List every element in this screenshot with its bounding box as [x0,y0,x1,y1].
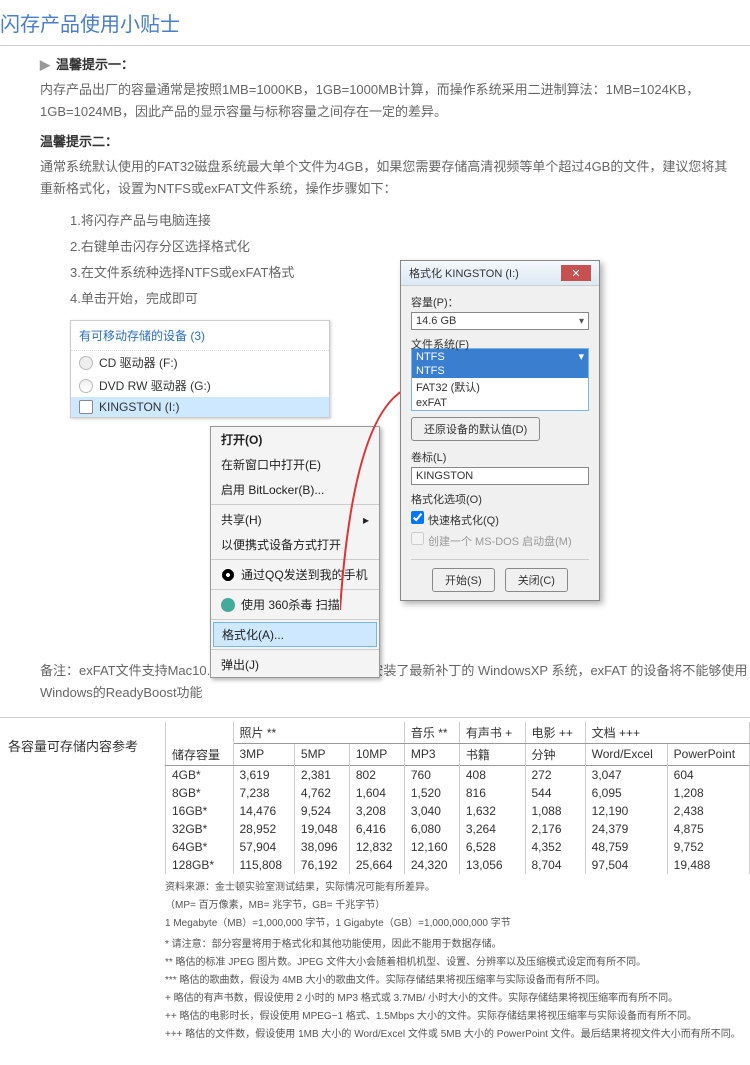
tip1-head: ▶温馨提示一： [40,54,740,73]
explorer-header: 有可移动存储的设备 (3) [71,321,329,351]
fs-option[interactable]: NTFS [412,364,588,378]
menu-new-window[interactable]: 在新窗口中打开(E) [211,452,379,477]
table-caption: 各容量可存储内容参考 [0,722,165,1045]
options-label: 格式化选项(O) [411,491,589,507]
fs-option[interactable]: FAT32 (默认) [412,378,588,396]
capacity-select[interactable]: 14.6 GB▾ [411,312,589,330]
step: 1.将闪存产品与电脑连接 [70,208,740,234]
menu-share[interactable]: 共享(H)▸ [211,507,379,532]
menu-eject[interactable]: 弹出(J) [211,652,379,677]
tip1-body: 内存产品出厂的容量通常是按照1MB=1000KB，1GB=1000MB计算，而操… [40,79,740,123]
menu-format[interactable]: 格式化(A)... [213,622,377,647]
storage-table: 储存容量照片 **音乐 **有声书 +电影 ++文档 +++3MP5MP10MP… [165,722,750,874]
cd-icon [79,356,93,370]
capacity-label: 容量(P)： [411,294,589,310]
menu-portable[interactable]: 以便携式设备方式打开 [211,532,379,557]
format-dialog: 格式化 KINGSTON (I:) ✕ 容量(P)： 14.6 GB▾ 文件系统… [400,260,600,601]
drive-item[interactable]: DVD RW 驱动器 (G:) [71,374,329,397]
filesystem-select[interactable]: NTFS▾ NTFS FAT32 (默认) exFAT [411,348,589,411]
tip2-head: 温馨提示二： [40,131,740,150]
close-icon[interactable]: ✕ [561,265,591,281]
start-button[interactable]: 开始(S) [432,568,495,592]
dvd-icon [79,379,93,393]
step: 2.右键单击闪存分区选择格式化 [70,234,740,260]
shield-icon [221,598,235,612]
drive-item[interactable]: CD 驱动器 (F:) [71,351,329,374]
chevron-down-icon: ▾ [579,316,584,327]
msdos-checkbox [411,532,424,545]
close-button[interactable]: 关闭(C) [505,568,568,592]
menu-360-scan[interactable]: 使用 360杀毒 扫描 [211,592,379,617]
volume-input[interactable]: KINGSTON [411,467,589,485]
context-menu: 打开(O) 在新窗口中打开(E) 启用 BitLocker(B)... 共享(H… [210,426,380,678]
fs-option[interactable]: exFAT [412,396,588,410]
dialog-title: 格式化 KINGSTON (I:) [409,265,561,281]
chevron-down-icon: ▾ [578,350,584,363]
quick-format-checkbox[interactable] [411,511,424,524]
qq-icon [221,568,235,582]
explorer-window: 有可移动存储的设备 (3) CD 驱动器 (F:) DVD RW 驱动器 (G:… [70,320,330,418]
msdos-label: 创建一个 MS-DOS 启动盘(M) [428,536,572,548]
usb-icon [79,400,93,414]
menu-qq-send[interactable]: 通过QQ发送到我的手机 [211,562,379,587]
drive-item-selected[interactable]: KINGSTON (I:) [71,397,329,417]
table-notes: 资料来源：金士顿实验室测试结果，实际情况可能有所差异。（MP= 百万像素，MB=… [165,874,750,1042]
menu-open[interactable]: 打开(O) [211,427,379,452]
tip2-body: 通常系统默认使用的FAT32磁盘系统最大单个文件为4GB，如果您需要存储高清视频… [40,156,740,200]
page-title: 闪存产品使用小贴士 [0,0,750,45]
triangle-icon: ▶ [40,57,50,72]
menu-bitlocker[interactable]: 启用 BitLocker(B)... [211,477,379,502]
restore-defaults-button[interactable]: 还原设备的默认值(D) [411,417,540,441]
volume-label: 卷标(L) [411,449,589,465]
divider [0,45,750,46]
quick-format-label: 快速格式化(Q) [428,515,499,527]
